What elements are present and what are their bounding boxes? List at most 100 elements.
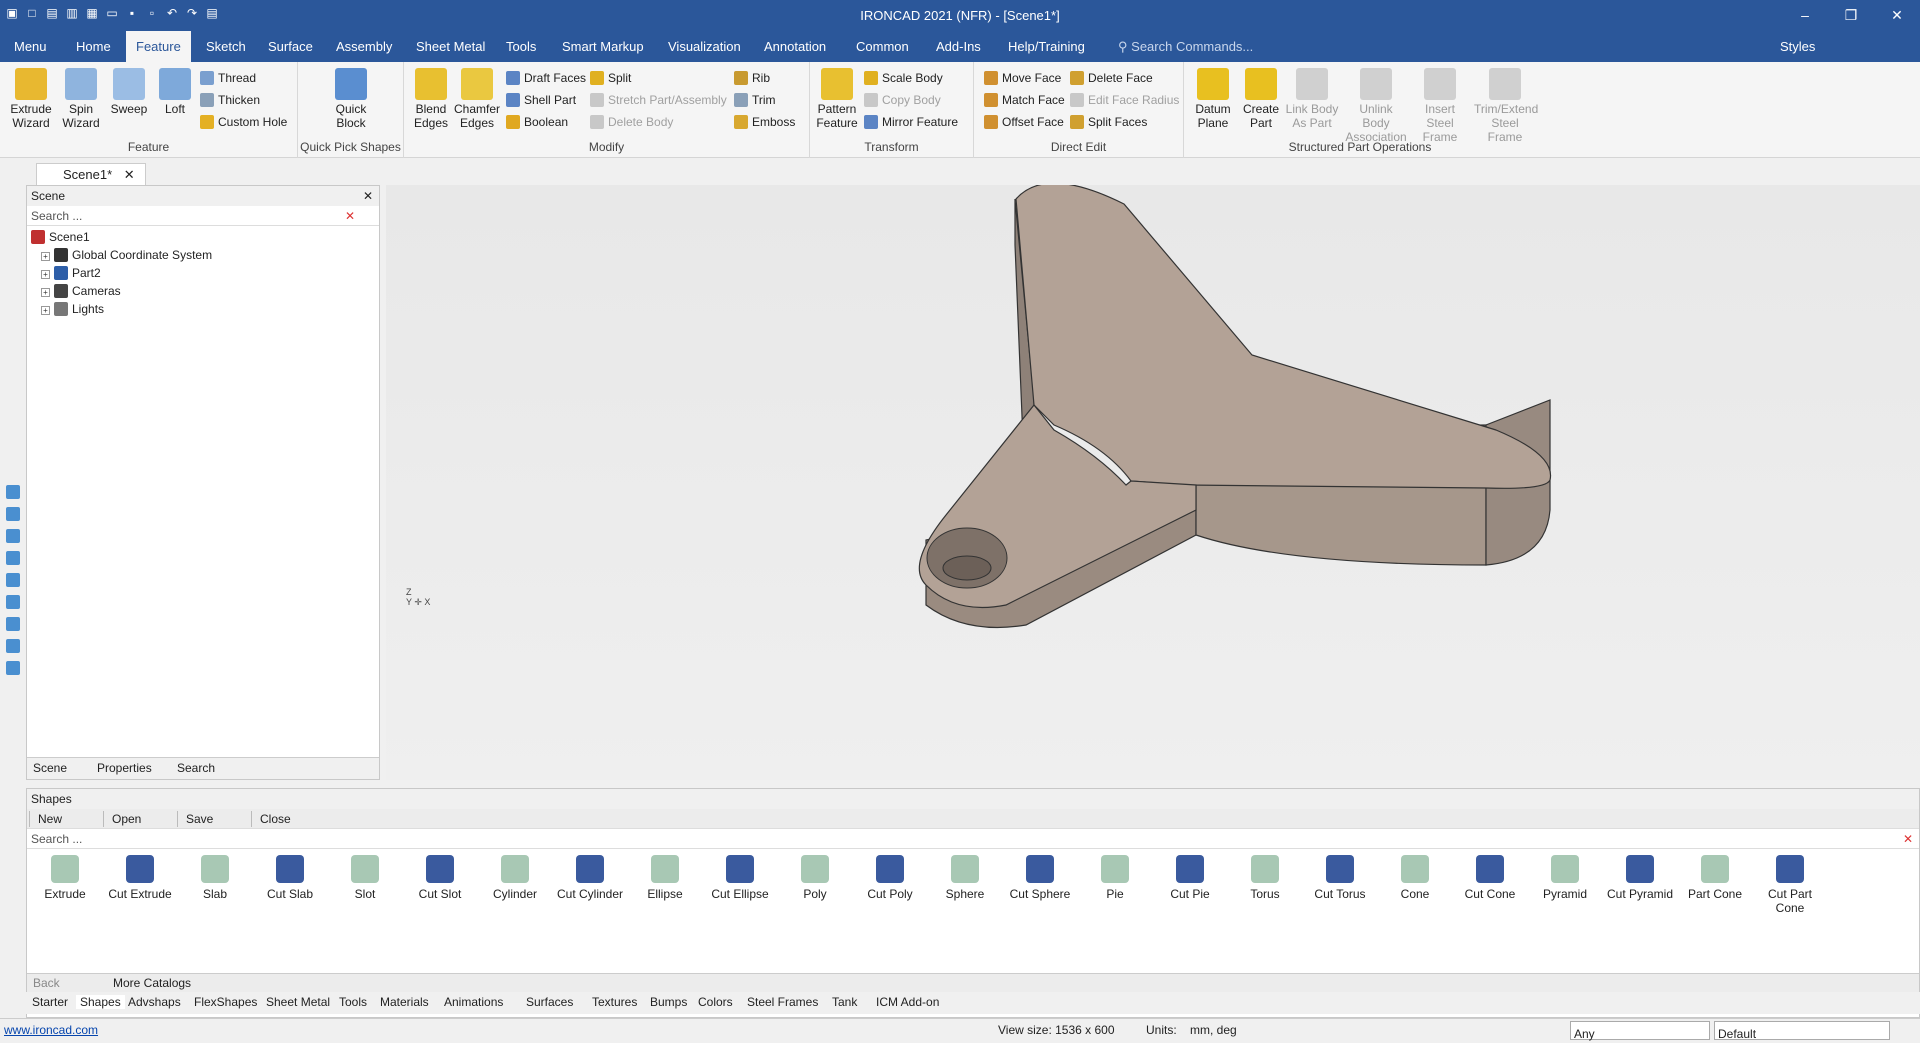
tool-icon[interactable] [6,661,20,675]
close-panel-icon[interactable]: ✕ [363,186,373,206]
shape-item[interactable]: Ellipse [629,855,701,901]
tab-scene1[interactable]: Scene1* ✕ [36,163,146,185]
tool-icon[interactable] [6,639,20,653]
offset-face-button[interactable]: Offset Face [984,112,1064,132]
tree-node-gcs[interactable]: + Global Coordinate System [31,246,375,264]
tool-icon[interactable] [6,617,20,631]
website-link[interactable]: www.ironcad.com [4,1023,98,1037]
tab-home[interactable]: Home [66,31,121,62]
trim-steel-frame-button[interactable]: Trim/Extend Steel Frame [1474,68,1538,144]
emboss-button[interactable]: Emboss [734,112,795,132]
thread-button[interactable]: Thread [200,68,256,88]
shape-item[interactable]: Cylinder [479,855,551,901]
catalog-tab[interactable]: Tank [832,995,857,1009]
rib-button[interactable]: Rib [734,68,770,88]
tab-smart-markup[interactable]: Smart Markup [552,31,654,62]
new-catalog-button[interactable]: New [29,811,70,827]
tool-icon[interactable] [6,529,20,543]
scale-body-button[interactable]: Scale Body [864,68,943,88]
spin-wizard-button[interactable]: Spin Wizard [58,68,104,130]
3d-viewport[interactable]: ZY ✛ X [386,182,1920,780]
match-face-button[interactable]: Match Face [984,90,1065,110]
shape-item[interactable]: Cut Cone [1454,855,1526,901]
save-catalog-button[interactable]: Save [177,811,221,827]
catalog-tab[interactable]: Sheet Metal [266,995,330,1009]
clear-search-icon[interactable]: ✕ [345,206,355,226]
move-face-button[interactable]: Move Face [984,68,1061,88]
shape-item[interactable]: Pie [1079,855,1151,901]
units-value[interactable]: mm, deg [1190,1023,1237,1037]
loft-button[interactable]: Loft [152,68,198,116]
shape-item[interactable]: Slab [179,855,251,901]
expand-icon[interactable]: + [41,306,50,315]
tab-visualization[interactable]: Visualization [658,31,751,62]
shell-part-button[interactable]: Shell Part [506,90,576,110]
catalog-tab[interactable]: Steel Frames [747,995,818,1009]
copy-body-button[interactable]: Copy Body [864,90,941,110]
tree-node-lights[interactable]: + Lights [31,300,375,318]
back-button[interactable]: Back [33,976,60,990]
tab-add-ins[interactable]: Add-Ins [926,31,991,62]
catalog-search-input[interactable]: Search ... ✕ [27,829,1919,849]
delete-face-button[interactable]: Delete Face [1070,68,1153,88]
custom-hole-button[interactable]: Custom Hole [200,112,287,132]
part-model[interactable] [386,182,1920,780]
catalog-tab[interactable]: Advshaps [128,995,181,1009]
tree-node-part2[interactable]: + Part2 [31,264,375,282]
tab-feature[interactable]: Feature [126,31,191,62]
close-catalog-button[interactable]: Close [251,811,299,827]
shape-item[interactable]: Cut Cylinder [554,855,626,901]
shape-item[interactable]: Cut Slab [254,855,326,901]
mirror-feature-button[interactable]: Mirror Feature [864,112,958,132]
shape-item[interactable]: Cut Ellipse [704,855,776,901]
draft-faces-button[interactable]: Draft Faces [506,68,586,88]
catalog-tab[interactable]: Surfaces [526,995,573,1009]
tab-sketch[interactable]: Sketch [196,31,256,62]
close-tab-icon[interactable]: ✕ [124,167,135,182]
tree-node-cameras[interactable]: + Cameras [31,282,375,300]
shape-item[interactable]: Part Cone [1679,855,1751,901]
split-button[interactable]: Split [590,68,631,88]
catalog-tab[interactable]: Bumps [650,995,687,1009]
shape-item[interactable]: Cut Extrude [104,855,176,901]
catalog-tab[interactable]: Tools [339,995,367,1009]
delete-body-button[interactable]: Delete Body [590,112,673,132]
catalog-tab[interactable]: Textures [592,995,637,1009]
chamfer-edges-button[interactable]: Chamfer Edges [454,68,500,130]
clear-search-icon[interactable]: ✕ [1903,829,1913,849]
tab-tools[interactable]: Tools [496,31,546,62]
tree-node-scene1[interactable]: Scene1 [31,228,375,246]
shape-item[interactable]: Poly [779,855,851,901]
shape-item[interactable]: Cut Slot [404,855,476,901]
expand-icon[interactable]: + [41,252,50,261]
command-search[interactable]: ⚲ Search Commands... [1118,39,1253,55]
pattern-feature-button[interactable]: Pattern Feature [814,68,860,130]
shape-item[interactable]: Slot [329,855,401,901]
catalog-tab[interactable]: Shapes [76,995,125,1009]
tab-properties-panel[interactable]: Properties [97,761,152,775]
tool-icon[interactable] [6,551,20,565]
catalog-tab[interactable]: Materials [380,995,429,1009]
blend-edges-button[interactable]: Blend Edges [408,68,454,130]
quick-block-button[interactable]: Quick Block [328,68,374,130]
shape-item[interactable]: Extrude [29,855,101,901]
tab-surface[interactable]: Surface [258,31,323,62]
unlink-body-button[interactable]: Unlink Body Association [1344,68,1408,144]
create-part-button[interactable]: Create Part [1238,68,1284,130]
tool-icon[interactable] [6,507,20,521]
link-body-button[interactable]: Link Body As Part [1284,68,1340,130]
tab-help-training[interactable]: Help/Training [998,31,1095,62]
tab-scene-panel[interactable]: Scene [33,761,67,775]
shape-item[interactable]: Cone [1379,855,1451,901]
tab-assembly[interactable]: Assembly [326,31,402,62]
shape-item[interactable]: Cut Poly [854,855,926,901]
expand-icon[interactable]: + [41,270,50,279]
tab-search-panel[interactable]: Search [177,761,215,775]
tab-annotation[interactable]: Annotation [754,31,836,62]
shape-item[interactable]: Sphere [929,855,1001,901]
shape-item[interactable]: Torus [1229,855,1301,901]
close-icon[interactable]: ✕ [1874,0,1920,31]
tab-menu[interactable]: Menu [4,31,57,62]
catalog-tab[interactable]: FlexShapes [194,995,257,1009]
tool-icon[interactable] [6,573,20,587]
